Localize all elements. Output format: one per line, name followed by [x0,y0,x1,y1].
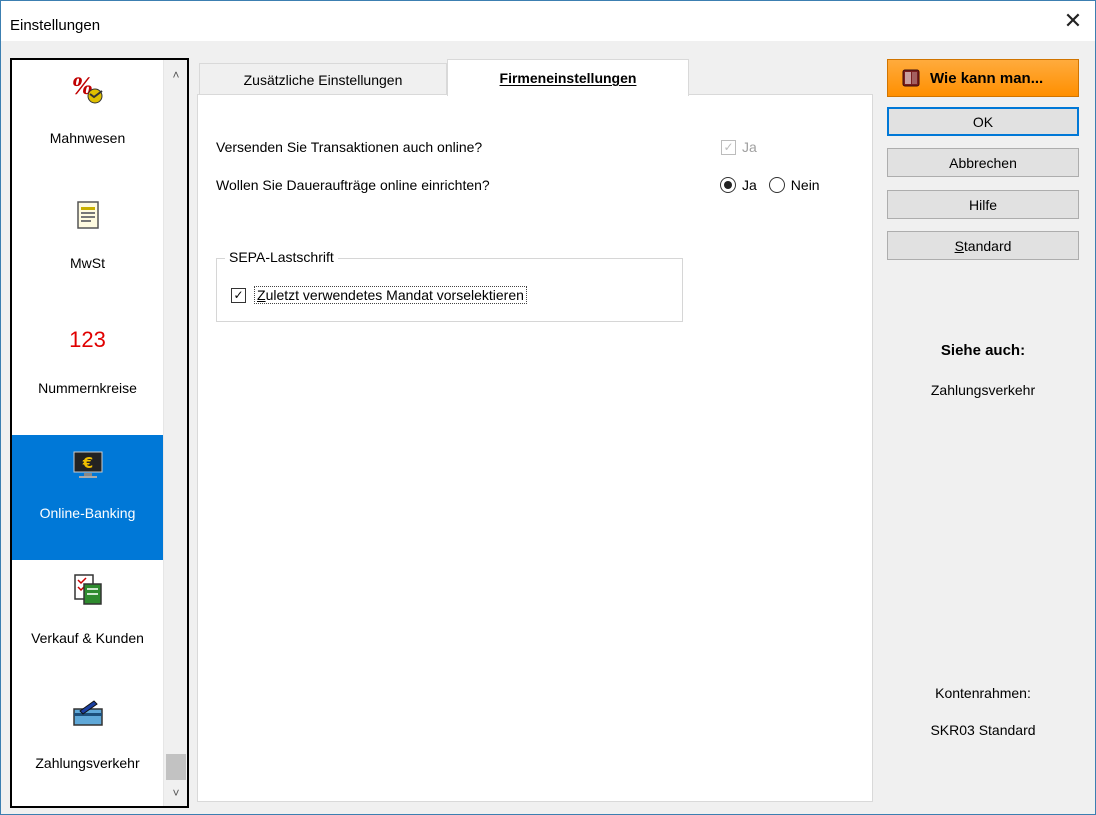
window-title: Einstellungen [10,17,101,34]
sidebar-item-label: MwSt [70,255,105,271]
sidebar-item-mahnwesen[interactable]: % Mahnwesen [12,60,163,185]
help-button[interactable]: Hilfe [887,190,1079,219]
checkbox-label: Ja [742,139,757,155]
chart-of-accounts-label: Kontenrahmen: [935,685,1031,701]
sidebar-scrollbar[interactable]: ˄ ˅ [163,60,187,806]
group-title: SEPA-Lastschrift [225,249,338,265]
question-transactions-online: Versenden Sie Transaktionen auch online? [216,139,483,155]
chart-of-accounts-value: SKR03 Standard [930,722,1036,738]
preselect-mandate-checkbox[interactable]: ✓ Zuletzt verwendetes Mandat vorselektie… [231,286,527,304]
tab-content-panel: Versenden Sie Transaktionen auch online?… [197,94,873,802]
sidebar-item-label: Verkauf & Kunden [31,630,144,646]
radio-label: Ja [742,177,757,193]
radio-label: Nein [790,177,820,193]
chevron-down-icon[interactable]: ˅ [164,780,187,806]
title-bar: Einstellungen ✕ [1,1,1095,41]
radio-nein[interactable]: Nein [768,177,820,193]
sidebar-item-zahlungsverkehr[interactable]: Zahlungsverkehr [12,685,163,806]
radio-button-selected[interactable] [720,177,736,193]
sidebar-item-verkauf-kunden[interactable]: Verkauf & Kunden [12,560,163,685]
tab-zusaetzliche-einstellungen[interactable]: Zusätzliche Einstellungen [199,63,447,95]
question-standing-orders-online: Wollen Sie Daueraufträge online einricht… [216,177,490,193]
radio-ja[interactable]: Ja [720,177,757,193]
see-also-title: Siehe auch: [940,342,1026,359]
monitor-euro-icon: € [73,451,102,478]
how-to-button[interactable]: Wie kann man... [887,59,1079,97]
numbers-123-icon: 123 [69,327,106,352]
settings-dialog: Einstellungen ✕ % Mahnwesen MwSt 123 Num… [0,0,1096,815]
scroll-thumb[interactable] [166,754,186,780]
svg-text:€: € [81,454,92,472]
sidebar-item-label: Nummernkreise [38,380,137,396]
book-icon [902,69,920,87]
how-to-label: Wie kann man... [930,69,1044,87]
checkbox-box: ✓ [721,139,736,155]
payment-card-icon [72,700,103,726]
document-icon [76,201,99,229]
see-also-link[interactable]: Zahlungsverkehr [887,382,1079,398]
transactions-online-checkbox: ✓ Ja [721,139,757,155]
sidebar-item-label: Online-Banking [39,505,136,521]
sidebar-item-online-banking[interactable]: € Online-Banking [12,435,163,560]
category-sidebar: % Mahnwesen MwSt 123 Nummernkreise € Onl… [10,58,189,808]
tab-firmeneinstellungen[interactable]: Firmeneinstellungen [447,59,689,96]
sidebar-item-mwst[interactable]: MwSt [12,185,163,310]
ok-button[interactable]: OK [887,107,1079,136]
standard-button[interactable]: Standard [887,231,1079,260]
sepa-lastschrift-group: SEPA-Lastschrift ✓ Zuletzt verwendetes M… [216,249,683,322]
radio-button[interactable] [768,177,785,193]
sales-documents-icon [73,574,102,605]
standing-orders-radio-group: Ja Nein [720,177,832,193]
sidebar-item-label: Zahlungsverkehr [35,755,140,771]
close-icon[interactable]: ✕ [1051,1,1095,41]
sidebar-item-nummernkreise[interactable]: 123 Nummernkreise [12,310,163,435]
dunning-percent-icon: % [72,74,103,104]
chevron-up-icon[interactable]: ˄ [164,62,187,88]
tab-label: Firmeneinstellungen [499,70,637,86]
checkbox-box[interactable]: ✓ [231,287,246,303]
checkbox-label: Zuletzt verwendetes Mandat vorselektiere… [254,286,527,304]
cancel-button[interactable]: Abbrechen [887,148,1079,177]
sidebar-item-label: Mahnwesen [49,130,126,146]
